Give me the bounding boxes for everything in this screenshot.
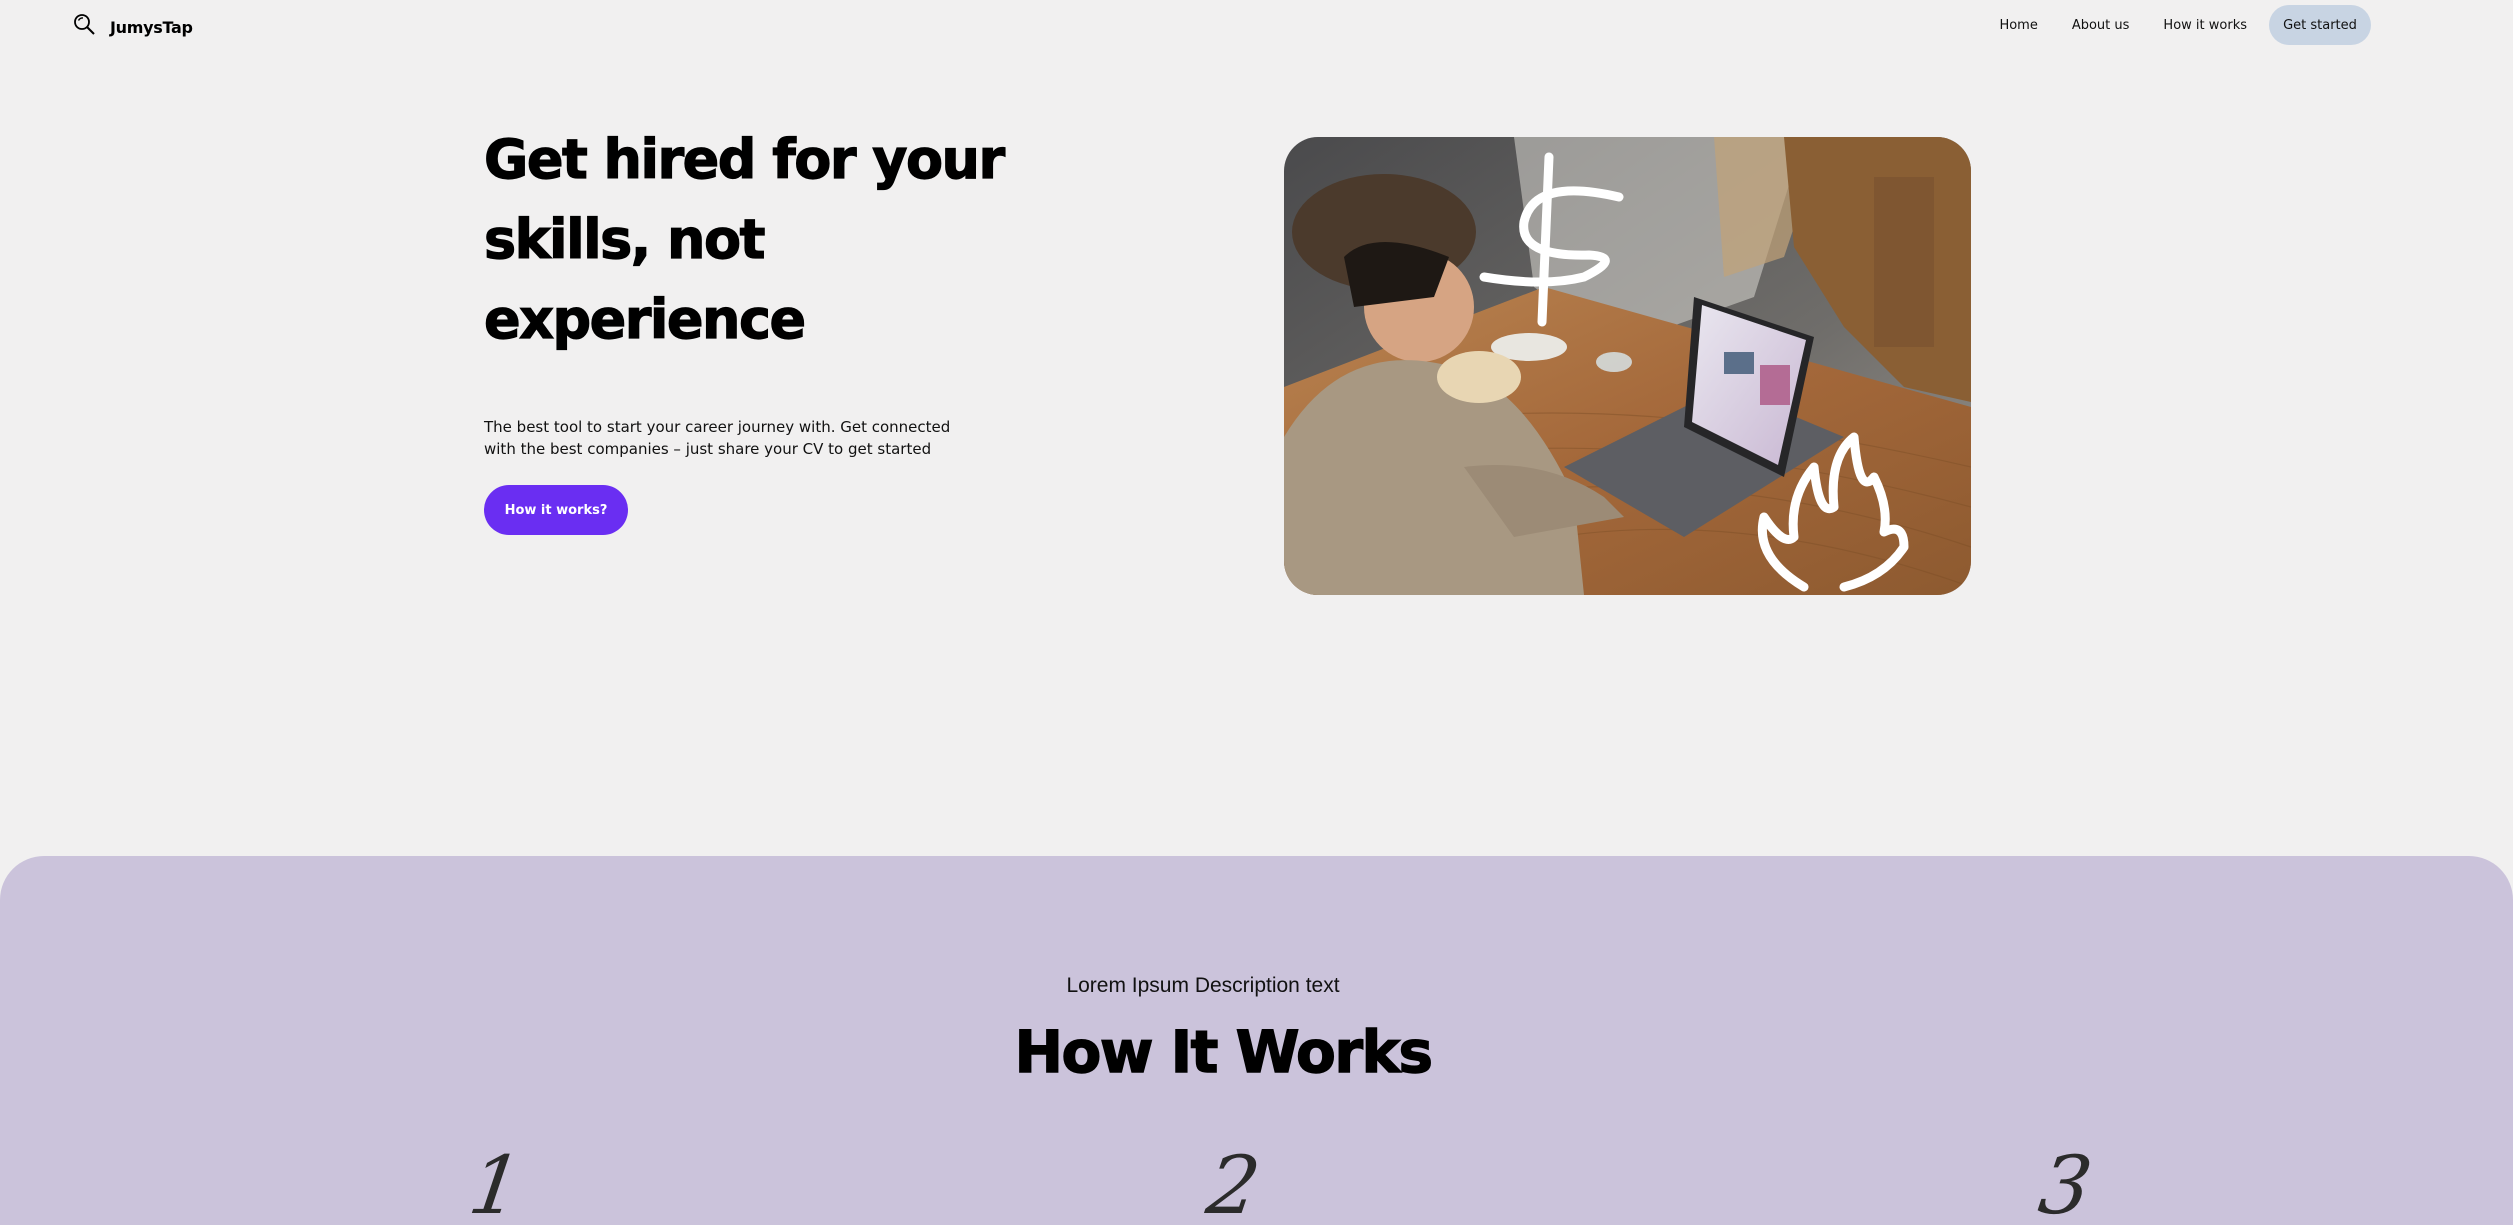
brand-logo[interactable]: JumysTap bbox=[72, 12, 193, 38]
step-number-2: 2 bbox=[1201, 1139, 1266, 1225]
how-it-works-section: Lorem Ipsum Description text How It Work… bbox=[0, 856, 2513, 1225]
hero-image bbox=[1284, 137, 1971, 595]
step-number-3: 3 bbox=[2033, 1139, 2098, 1225]
nav-links: Home About us How it works Get started bbox=[1965, 5, 2371, 45]
nav-link-home[interactable]: Home bbox=[1999, 18, 2037, 33]
nav-link-about-us[interactable]: About us bbox=[2072, 18, 2130, 33]
how-it-works-button[interactable]: How it works? bbox=[484, 485, 628, 535]
hero-title: Get hired for your skills, not experienc… bbox=[483, 127, 1005, 351]
step-number-1: 1 bbox=[463, 1139, 528, 1225]
get-started-button[interactable]: Get started bbox=[2269, 5, 2371, 45]
hero-photo-illustration bbox=[1284, 137, 1971, 595]
how-it-works-title: How It Works bbox=[1014, 1017, 1434, 1086]
search-icon bbox=[74, 14, 95, 35]
brand-name: JumysTap bbox=[110, 17, 193, 37]
top-navigation: JumysTap Home About us How it works Get … bbox=[0, 0, 2513, 50]
nav-link-how-it-works[interactable]: How it works bbox=[2163, 18, 2247, 33]
hero-subtitle: The best tool to start your career journ… bbox=[484, 418, 951, 458]
how-it-works-eyebrow: Lorem Ipsum Description text bbox=[1066, 974, 1340, 997]
